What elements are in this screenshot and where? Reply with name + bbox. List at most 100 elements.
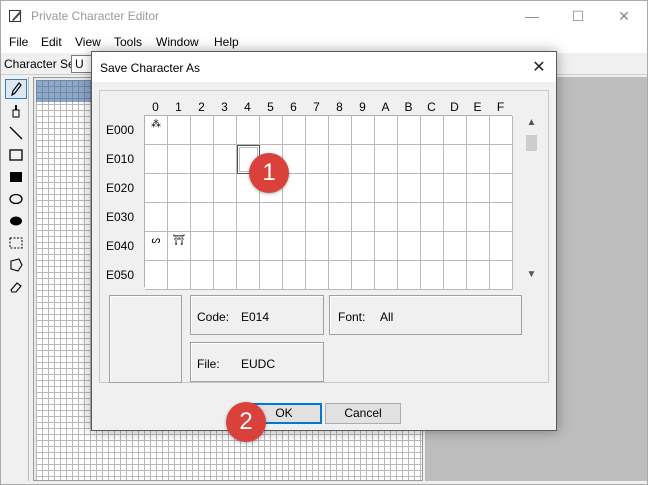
character-cell[interactable] <box>375 174 398 203</box>
character-cell[interactable] <box>444 261 467 290</box>
character-cell[interactable] <box>145 261 168 290</box>
character-cell[interactable] <box>398 116 421 145</box>
character-cell[interactable] <box>145 174 168 203</box>
character-cell[interactable] <box>398 174 421 203</box>
character-cell[interactable] <box>467 145 490 174</box>
character-cell[interactable] <box>214 174 237 203</box>
minimize-icon[interactable]: — <box>509 1 555 31</box>
character-cell[interactable] <box>352 145 375 174</box>
character-cell[interactable] <box>467 232 490 261</box>
character-cell[interactable] <box>306 232 329 261</box>
maximize-icon[interactable]: ☐ <box>555 1 601 31</box>
pencil-icon[interactable] <box>5 79 27 99</box>
character-cell[interactable]: ⁂ <box>145 116 168 145</box>
character-cell[interactable] <box>214 116 237 145</box>
character-cell[interactable] <box>421 116 444 145</box>
menu-tools[interactable]: Tools <box>114 35 142 49</box>
menu-view[interactable]: View <box>75 35 101 49</box>
character-cell[interactable] <box>329 261 352 290</box>
character-cell[interactable] <box>444 232 467 261</box>
menu-window[interactable]: Window <box>156 35 199 49</box>
character-cell[interactable] <box>283 116 306 145</box>
character-cell[interactable] <box>490 116 513 145</box>
character-cell[interactable] <box>421 232 444 261</box>
character-cell[interactable]: ᔕ <box>145 232 168 261</box>
character-cell[interactable] <box>444 203 467 232</box>
hollow-ellipse-icon[interactable] <box>5 189 27 209</box>
character-cell[interactable] <box>237 203 260 232</box>
character-cell[interactable] <box>490 145 513 174</box>
menu-edit[interactable]: Edit <box>41 35 62 49</box>
character-cell[interactable] <box>260 203 283 232</box>
character-cell[interactable] <box>191 174 214 203</box>
filled-ellipse-icon[interactable] <box>5 211 27 231</box>
character-cell[interactable] <box>490 203 513 232</box>
character-cell[interactable] <box>214 203 237 232</box>
character-cell[interactable] <box>237 261 260 290</box>
character-cell[interactable] <box>168 261 191 290</box>
rect-select-icon[interactable] <box>5 233 27 253</box>
character-cell[interactable] <box>329 145 352 174</box>
character-cell[interactable] <box>352 261 375 290</box>
character-cell[interactable] <box>467 203 490 232</box>
character-cell[interactable] <box>191 145 214 174</box>
character-cell[interactable] <box>444 116 467 145</box>
dialog-close-icon[interactable]: ✕ <box>526 54 552 80</box>
character-cell[interactable] <box>421 145 444 174</box>
hollow-rectangle-icon[interactable] <box>5 145 27 165</box>
scroll-down-icon[interactable]: ▼ <box>523 269 540 285</box>
character-cell[interactable] <box>168 145 191 174</box>
character-cell[interactable] <box>214 232 237 261</box>
character-cell[interactable] <box>421 261 444 290</box>
character-cell[interactable] <box>329 232 352 261</box>
character-cell[interactable] <box>214 261 237 290</box>
character-cell[interactable] <box>306 145 329 174</box>
character-cell[interactable] <box>283 203 306 232</box>
character-cell[interactable] <box>467 174 490 203</box>
character-cell[interactable] <box>421 174 444 203</box>
character-cell[interactable] <box>375 145 398 174</box>
character-cell[interactable] <box>260 261 283 290</box>
grid-scrollbar[interactable]: ▲ ▼ <box>523 115 540 287</box>
character-cell[interactable] <box>467 116 490 145</box>
character-cell[interactable] <box>352 116 375 145</box>
character-cell[interactable] <box>283 261 306 290</box>
character-cell[interactable] <box>490 232 513 261</box>
character-cell[interactable] <box>145 145 168 174</box>
character-cell[interactable] <box>191 232 214 261</box>
character-cell[interactable] <box>490 261 513 290</box>
character-cell[interactable] <box>306 203 329 232</box>
character-cell[interactable] <box>329 203 352 232</box>
character-cell[interactable] <box>444 174 467 203</box>
character-cell[interactable] <box>168 116 191 145</box>
character-code-grid[interactable]: ⁂ ᔕ ⛩ <box>144 115 513 290</box>
character-cell[interactable] <box>306 174 329 203</box>
character-cell[interactable] <box>375 232 398 261</box>
cancel-button[interactable]: Cancel <box>325 403 401 424</box>
character-cell[interactable] <box>237 232 260 261</box>
character-cell[interactable] <box>398 261 421 290</box>
scroll-up-icon[interactable]: ▲ <box>523 117 540 133</box>
character-cell[interactable] <box>145 203 168 232</box>
eraser-icon[interactable] <box>5 277 27 297</box>
character-cell[interactable] <box>168 203 191 232</box>
character-cell[interactable] <box>375 203 398 232</box>
character-cell[interactable] <box>306 261 329 290</box>
character-cell[interactable] <box>398 232 421 261</box>
character-cell[interactable] <box>444 145 467 174</box>
character-cell[interactable] <box>490 174 513 203</box>
menu-help[interactable]: Help <box>214 35 239 49</box>
character-cell[interactable] <box>237 116 260 145</box>
charset-field[interactable]: U <box>71 55 93 73</box>
character-cell[interactable] <box>352 203 375 232</box>
menu-file[interactable]: File <box>9 35 28 49</box>
character-cell[interactable] <box>375 261 398 290</box>
character-cell[interactable] <box>398 145 421 174</box>
character-cell[interactable] <box>191 203 214 232</box>
brush-icon[interactable] <box>5 101 27 121</box>
character-cell[interactable] <box>352 174 375 203</box>
character-cell[interactable] <box>260 116 283 145</box>
character-cell[interactable] <box>191 261 214 290</box>
character-cell[interactable] <box>375 116 398 145</box>
character-cell[interactable] <box>421 203 444 232</box>
